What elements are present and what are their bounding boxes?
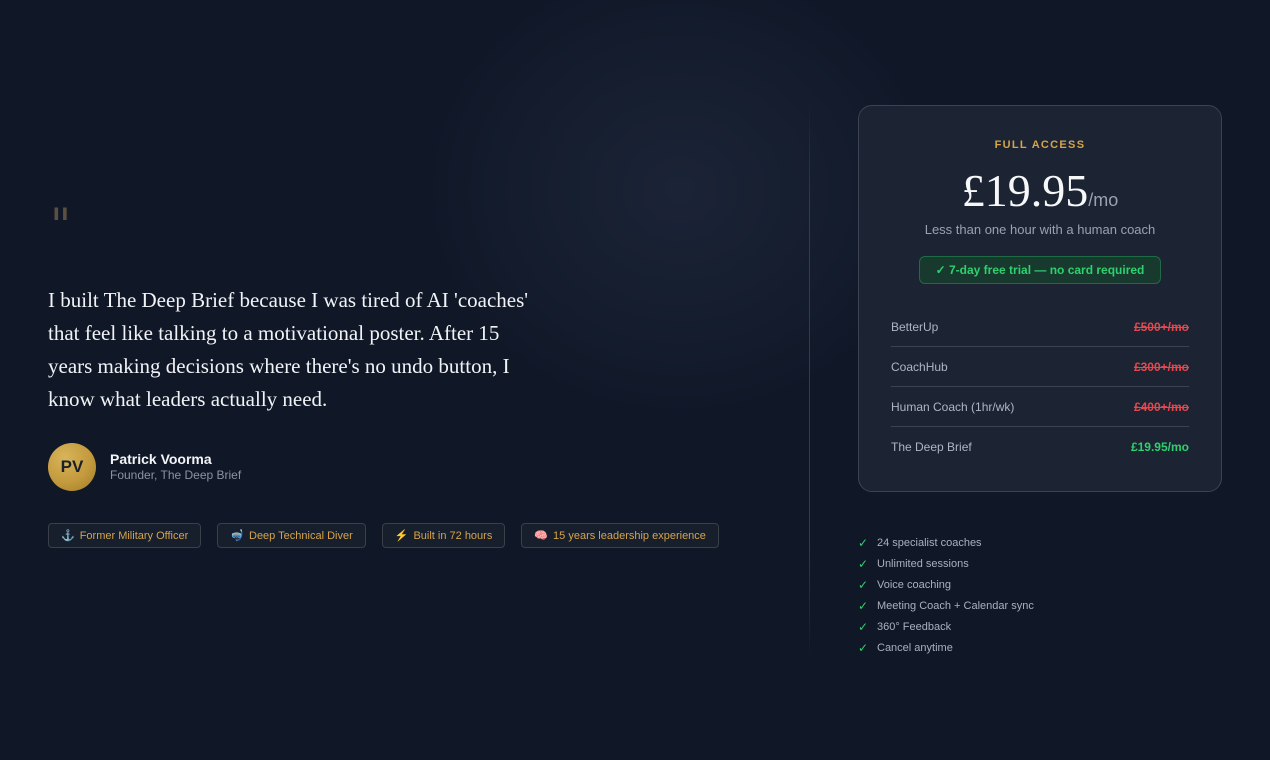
competitor-name: BetterUp [891, 320, 939, 334]
comparison-row: Human Coach (1hr/wk) £400+/mo [891, 388, 1189, 427]
credential-badges: ⚓ Former Military Officer 🤿 Deep Technic… [48, 523, 735, 548]
check-icon: ✓ [858, 640, 869, 655]
competitor-name: CoachHub [891, 360, 948, 374]
pricing-card: FULL ACCESS £19.95/mo Less than one hour… [858, 105, 1222, 492]
author-name: Patrick Voorma [110, 451, 212, 467]
testimonial-quote: I built The Deep Brief because I was tir… [48, 288, 529, 411]
badge-label: Built in 72 hours [413, 529, 493, 542]
plan-label: FULL ACCESS [994, 139, 1086, 151]
competitor-name: Human Coach (1hr/wk) [891, 400, 1015, 414]
check-icon: ✓ [858, 535, 869, 550]
badge-military: ⚓ Former Military Officer [48, 523, 202, 548]
feature-label: 360° Feedback [877, 620, 952, 633]
section-divider [809, 100, 810, 660]
competitor-price: £400+/mo [1133, 400, 1189, 414]
avatar: PV [48, 443, 96, 491]
comparison-table: BetterUp £500+/mo CoachHub £300+/mo Huma… [891, 308, 1189, 467]
feature-item: ✓ Unlimited sessions [858, 553, 1034, 574]
feature-label: Meeting Coach + Calendar sync [877, 599, 1034, 612]
product-name: The Deep Brief [891, 440, 972, 454]
feature-label: Unlimited sessions [877, 557, 969, 570]
feature-item: ✓ Cancel anytime [858, 637, 1034, 658]
badge-diver: 🤿 Deep Technical Diver [217, 523, 366, 548]
check-icon: ✓ [858, 577, 869, 592]
author-block: PV Patrick Voorma Founder, The Deep Brie… [48, 443, 241, 491]
feature-list: ✓ 24 specialist coaches ✓ Unlimited sessio… [858, 532, 1034, 658]
feature-label: Cancel anytime [877, 641, 953, 654]
check-icon: ✓ [858, 598, 869, 613]
feature-item: ✓ Meeting Coach + Calendar sync [858, 595, 1034, 616]
feature-item: ✓ 360° Feedback [858, 616, 1034, 637]
feature-label: 24 specialist coaches [877, 536, 982, 549]
check-icon: ✓ [858, 619, 869, 634]
comparison-row-ours: The Deep Brief £19.95/mo [891, 428, 1189, 466]
diving-mask-icon: 🤿 [230, 530, 244, 542]
lightning-icon: ⚡ [394, 530, 409, 542]
badge-label: 15 years leadership experience [553, 529, 706, 542]
quote-mark-icon: " [50, 198, 72, 252]
anchor-icon: ⚓ [61, 530, 75, 542]
trial-badge: ✓ 7-day free trial — no card required [919, 256, 1161, 284]
badge-label: Former Military Officer [79, 529, 189, 542]
author-role: Founder, The Deep Brief [110, 468, 242, 482]
price-period: /mo [1088, 190, 1119, 210]
price-note: Less than one hour with a human coach [924, 222, 1156, 237]
badge-leadership: 🧠 15 years leadership experience [521, 523, 719, 548]
price-amount: £19.95 [961, 165, 1089, 216]
product-price: £19.95/mo [1130, 440, 1189, 454]
author-info: Patrick Voorma Founder, The Deep Brief [110, 451, 241, 483]
check-icon: ✓ [858, 556, 869, 571]
feature-label: Voice coaching [877, 578, 951, 591]
competitor-price: £500+/mo [1133, 320, 1189, 334]
comparison-row: BetterUp £500+/mo [891, 308, 1189, 347]
feature-item: ✓ 24 specialist coaches [858, 532, 1034, 553]
badge-built: ⚡ Built in 72 hours [381, 523, 506, 548]
price-display: £19.95/mo [859, 164, 1221, 217]
comparison-row: CoachHub £300+/mo [891, 348, 1189, 387]
badge-label: Deep Technical Diver [249, 529, 353, 542]
brain-icon: 🧠 [534, 530, 549, 542]
competitor-price: £300+/mo [1133, 360, 1189, 374]
feature-item: ✓ Voice coaching [858, 574, 1034, 595]
